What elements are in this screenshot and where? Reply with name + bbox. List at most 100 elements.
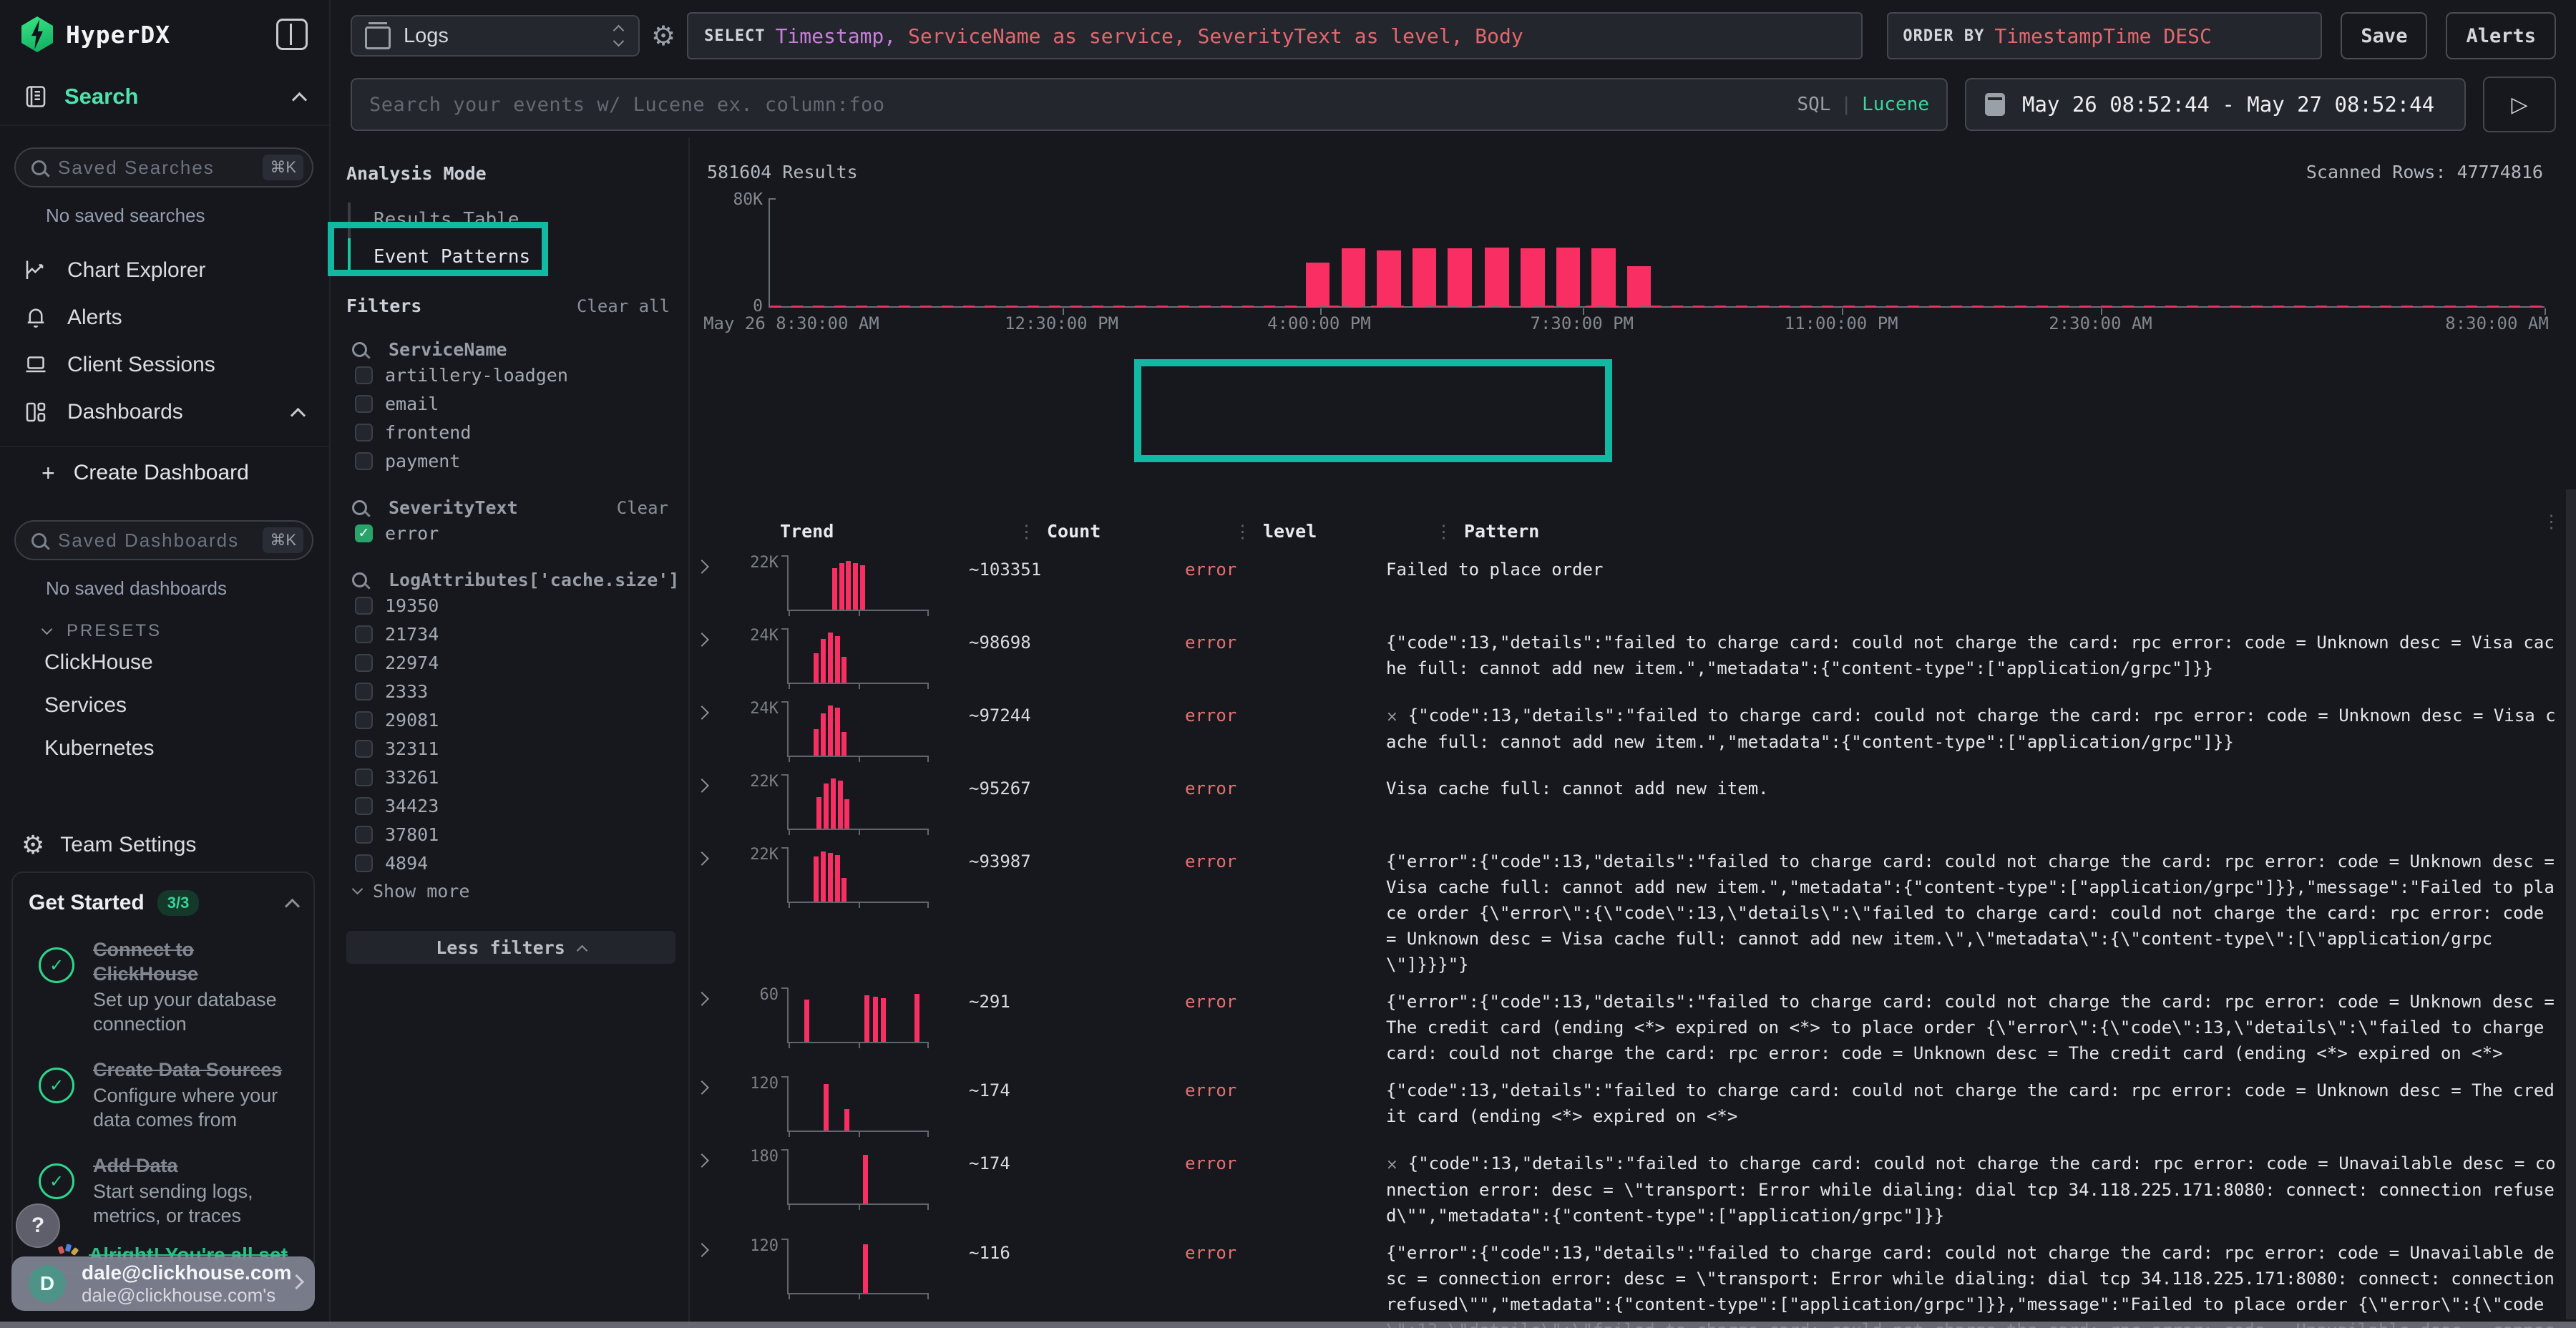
save-button[interactable]: Save: [2341, 12, 2427, 59]
sidebar-item-chart-explorer[interactable]: Chart Explorer: [0, 247, 329, 294]
checkbox[interactable]: [355, 625, 373, 643]
checkbox[interactable]: [355, 452, 373, 470]
filter-option[interactable]: email: [355, 390, 675, 417]
filter-option[interactable]: 37801: [355, 821, 675, 848]
filter-option[interactable]: frontend: [355, 419, 675, 446]
pattern-cell[interactable]: Visa cache full: cannot add new item.: [1386, 764, 2565, 801]
preset-item-services[interactable]: Services: [0, 684, 329, 727]
preset-item-kubernetes[interactable]: Kubernetes: [0, 727, 329, 770]
drag-handle-icon[interactable]: ⋮: [1435, 521, 1453, 542]
pattern-cell[interactable]: {"code":13,"details":"failed to charge c…: [1386, 1066, 2565, 1129]
exclude-marker-icon[interactable]: ×: [1386, 708, 1398, 725]
date-range-picker[interactable]: May 26 08:52:44 - May 27 08:52:44: [1965, 78, 2466, 131]
filter-option[interactable]: 29081: [355, 706, 675, 733]
checkbox[interactable]: [355, 683, 373, 700]
source-settings-gear-icon[interactable]: ⚙: [651, 20, 675, 52]
source-select[interactable]: Logs: [351, 15, 640, 57]
filter-option[interactable]: 2333: [355, 678, 675, 705]
sidebar-item-dashboards[interactable]: Dashboards: [0, 389, 329, 436]
check-circle-icon: ✓: [39, 1163, 74, 1199]
run-query-button[interactable]: ▷: [2483, 77, 2556, 132]
sparkline-bar: [844, 1109, 849, 1131]
pattern-cell[interactable]: {"error":{"code":13,"details":"failed to…: [1386, 1229, 2565, 1328]
language-toggle[interactable]: SQL|Lucene: [1797, 94, 1929, 115]
sidebar-item-team-settings[interactable]: ⚙ Team Settings: [0, 821, 329, 869]
search-input[interactable]: Search your events w/ Lucene ex. column:…: [351, 78, 1948, 131]
filter-option[interactable]: 34423: [355, 792, 675, 819]
select-columns-input[interactable]: SELECT Timestamp, ServiceName as service…: [687, 12, 1863, 59]
sidebar-item-alerts[interactable]: Alerts: [0, 294, 329, 341]
checkbox[interactable]: [355, 854, 373, 872]
filter-option[interactable]: artillery-loadgen: [355, 361, 675, 389]
filter-option-label: 22974: [385, 653, 439, 673]
checkbox[interactable]: [355, 597, 373, 615]
pattern-cell[interactable]: ×{"code":13,"details":"failed to charge …: [1386, 1139, 2565, 1229]
help-button[interactable]: ?: [16, 1204, 60, 1248]
show-more-link[interactable]: Show more: [353, 877, 675, 905]
checkbox[interactable]: [355, 797, 373, 815]
filter-clear-link[interactable]: Clear: [617, 498, 675, 518]
alerts-button[interactable]: Alerts: [2446, 12, 2556, 59]
column-header-count[interactable]: ⋮Count: [1018, 521, 1224, 542]
drag-handle-icon[interactable]: ⋮: [1018, 521, 1035, 542]
saved-dashboards-input[interactable]: Saved Dashboards ⌘K: [14, 520, 313, 560]
sidebar-item-client-sessions[interactable]: Client Sessions: [0, 341, 329, 389]
filter-option[interactable]: 19350: [355, 592, 675, 619]
sparkline-ymax-label: 60: [731, 986, 779, 1004]
filter-option[interactable]: 33261: [355, 763, 675, 791]
row-expand-chevron-icon[interactable]: [695, 560, 709, 574]
pattern-cell[interactable]: ×{"code":13,"details":"failed to charge …: [1386, 691, 2565, 755]
column-header-level[interactable]: ⋮level: [1234, 521, 1435, 542]
vertical-scrollbar[interactable]: [2566, 489, 2576, 1319]
level-cell: error: [1175, 1139, 1386, 1176]
checkbox[interactable]: [355, 768, 373, 786]
checkbox-checked[interactable]: ✓: [355, 524, 373, 542]
row-expand-chevron-icon[interactable]: [695, 1243, 709, 1257]
checkbox[interactable]: [355, 826, 373, 844]
less-filters-button[interactable]: Less filters: [346, 931, 675, 964]
row-expand-chevron-icon[interactable]: [695, 778, 709, 793]
filter-option[interactable]: 22974: [355, 649, 675, 676]
pattern-cell[interactable]: Failed to place order: [1386, 545, 2565, 582]
order-by-input[interactable]: ORDER BY TimestampTime DESC: [1887, 12, 2322, 59]
filter-option[interactable]: ✓error: [355, 519, 675, 547]
preset-item-clickhouse[interactable]: ClickHouse: [0, 641, 329, 684]
checkbox[interactable]: [355, 366, 373, 384]
clear-all-link[interactable]: Clear all: [577, 296, 675, 316]
row-expand-chevron-icon[interactable]: [695, 1153, 709, 1168]
pattern-cell[interactable]: {"error":{"code":13,"details":"failed to…: [1386, 837, 2565, 977]
row-expand-chevron-icon[interactable]: [695, 992, 709, 1006]
row-expand-chevron-icon[interactable]: [695, 706, 709, 720]
row-expand-chevron-icon[interactable]: [695, 851, 709, 866]
horizontal-scrollbar[interactable]: [0, 1322, 2576, 1328]
row-expand-chevron-icon[interactable]: [695, 1080, 709, 1095]
presets-toggle[interactable]: PRESETS: [43, 621, 329, 641]
filter-option[interactable]: 21734: [355, 620, 675, 648]
pattern-cell[interactable]: {"code":13,"details":"failed to charge c…: [1386, 618, 2565, 681]
sidebar-item-search[interactable]: Search: [0, 69, 329, 126]
exclude-marker-icon[interactable]: ×: [1386, 1156, 1398, 1173]
filter-option[interactable]: 32311: [355, 735, 675, 762]
checkbox[interactable]: [355, 424, 373, 441]
filter-option[interactable]: 4894: [355, 849, 675, 877]
drag-handle-icon[interactable]: ⋮: [1234, 521, 1252, 542]
brand-name: HyperDX: [66, 21, 276, 49]
checkbox[interactable]: [355, 740, 373, 758]
saved-searches-input[interactable]: Saved Searches ⌘K: [14, 147, 313, 187]
checkbox[interactable]: [355, 654, 373, 672]
create-dashboard-button[interactable]: + Create Dashboard: [0, 447, 329, 499]
sidebar-collapse-icon[interactable]: [276, 19, 308, 50]
get-started-progress-badge: 3/3: [157, 890, 200, 916]
filter-option[interactable]: payment: [355, 447, 675, 474]
checkbox[interactable]: [355, 395, 373, 413]
sparkline-bar: [835, 855, 840, 902]
shortcut-badge: ⌘K: [263, 155, 303, 180]
checkbox[interactable]: [355, 711, 373, 729]
user-menu[interactable]: D dale@clickhouse.com dale@clickhouse.co…: [11, 1256, 315, 1311]
chevron-up-icon[interactable]: [285, 898, 300, 913]
row-expand-chevron-icon[interactable]: [695, 633, 709, 647]
column-header-trend[interactable]: Trend: [780, 521, 834, 542]
column-header-pattern[interactable]: ⋮Pattern: [1435, 521, 2559, 542]
column-menu-icon[interactable]: ⋮: [2542, 511, 2560, 532]
pattern-cell[interactable]: {"error":{"code":13,"details":"failed to…: [1386, 977, 2565, 1066]
